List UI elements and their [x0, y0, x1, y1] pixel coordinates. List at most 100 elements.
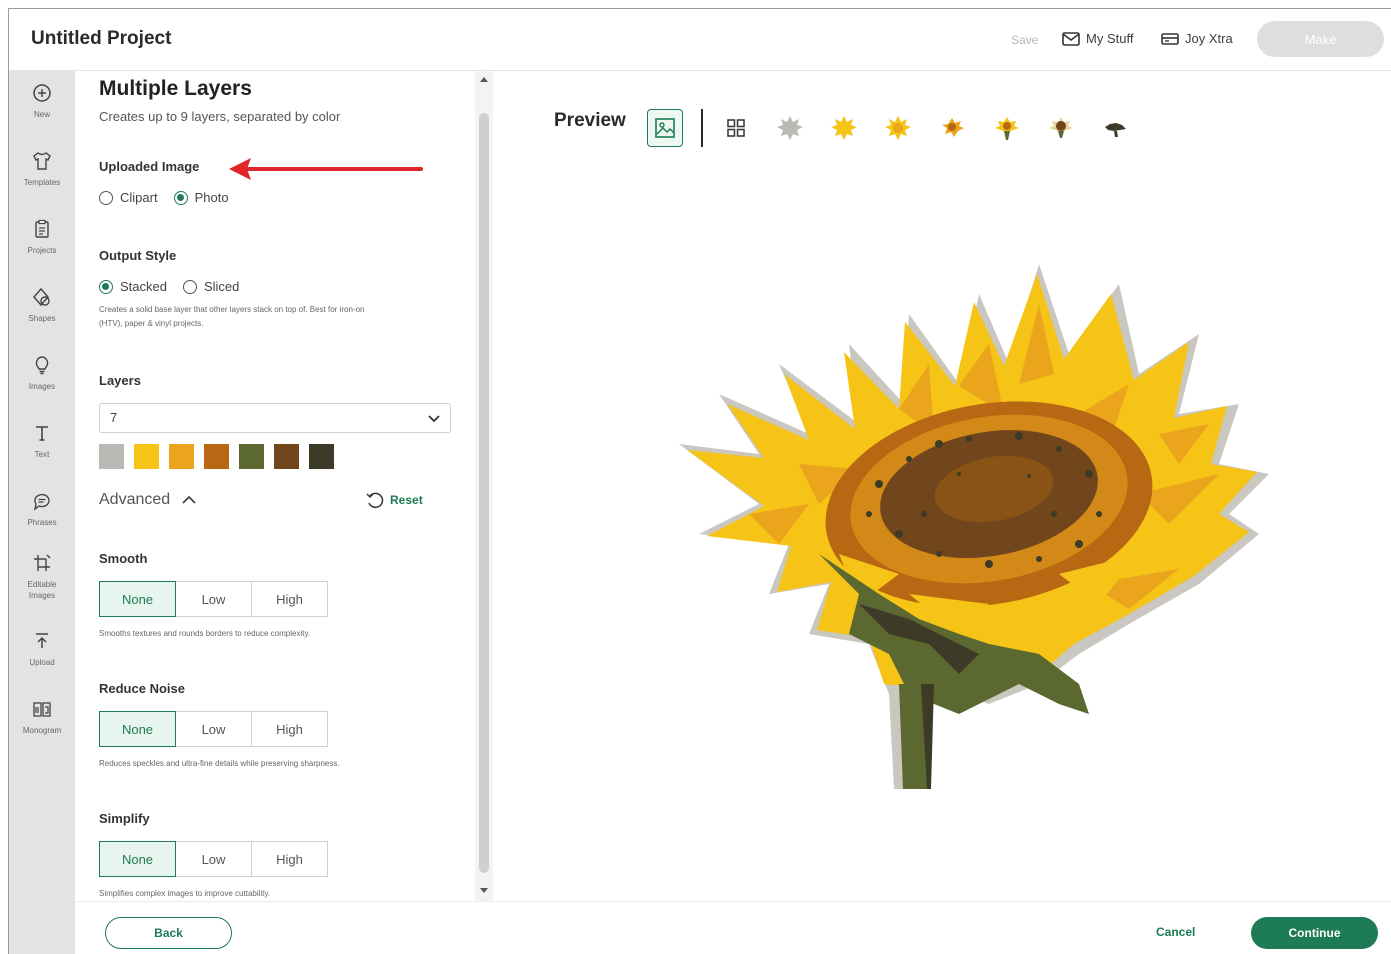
reduce-noise-segmented-control: None Low High [99, 711, 328, 747]
reduce-noise-none-button[interactable]: None [99, 711, 176, 747]
chevron-down-icon [428, 415, 440, 423]
layer-1-thumbnail[interactable] [772, 109, 808, 147]
sidebar-item-editable-images[interactable]: Editable Images [9, 553, 75, 601]
photo-radio[interactable] [173, 190, 188, 205]
sidebar-item-projects[interactable]: Projects [9, 219, 75, 256]
grid-view-button[interactable] [718, 109, 754, 147]
card-icon [1161, 32, 1179, 45]
flower-thumbnail-icon [942, 118, 964, 137]
sidebar-item-label: Images [28, 382, 56, 391]
continue-button[interactable]: Continue [1251, 917, 1378, 949]
layer-swatch[interactable] [239, 444, 264, 469]
shapes-icon [33, 287, 50, 307]
flower-thumbnail-icon [777, 116, 803, 140]
sidebar-item-upload[interactable]: Upload [9, 631, 75, 668]
red-arrow-annotation [229, 158, 423, 180]
sidebar-item-monogram[interactable]: Monogram [9, 699, 75, 736]
sidebar-item-new[interactable]: New [9, 83, 75, 120]
cancel-button[interactable]: Cancel [1156, 925, 1195, 939]
layer-5-thumbnail[interactable] [989, 109, 1025, 147]
scroll-down-arrow[interactable] [480, 888, 488, 893]
back-button[interactable]: Back [105, 917, 232, 949]
smooth-none-button[interactable]: None [99, 581, 176, 617]
clipart-radio[interactable] [99, 190, 113, 205]
output-style-label: Output Style [99, 248, 177, 263]
plus-circle-icon [33, 84, 51, 102]
project-title: Untitled Project [31, 28, 172, 49]
layer-swatch[interactable] [169, 444, 194, 469]
envelope-icon [1062, 31, 1080, 46]
uploaded-image-label: Uploaded Image [99, 159, 200, 174]
stacked-label: Stacked [120, 279, 167, 294]
layer-3-thumbnail[interactable] [880, 109, 916, 147]
text-icon [36, 426, 48, 441]
simplify-label: Simplify [99, 811, 150, 826]
my-stuff-link[interactable]: My Stuff [1062, 31, 1133, 46]
reduce-noise-high-button[interactable]: High [251, 711, 328, 747]
output-style-help: Creates a solid base layer that other la… [99, 303, 444, 331]
panel-title: Multiple Layers [99, 77, 252, 100]
make-button[interactable]: Make [1257, 21, 1384, 57]
flower-thumbnail-icon [1049, 117, 1073, 138]
smooth-high-button[interactable]: High [251, 581, 328, 617]
output-style-help-line: (HTV), paper & vinyl projects. [99, 319, 204, 328]
layers-select[interactable]: 7 [99, 403, 451, 433]
sidebar-item-images[interactable]: Images [9, 355, 75, 392]
layer-swatch[interactable] [274, 444, 299, 469]
joy-xtra-link[interactable]: Joy Xtra [1161, 31, 1233, 46]
clipart-label: Clipart [120, 190, 158, 205]
uploaded-image-radio-group: Clipart Photo [99, 190, 237, 205]
photo-option[interactable]: Photo [173, 190, 229, 205]
shirt-icon [33, 152, 51, 170]
simplify-none-button[interactable]: None [99, 841, 176, 877]
smooth-segmented-control: None Low High [99, 581, 328, 617]
smooth-low-button[interactable]: Low [175, 581, 252, 617]
layer-6-thumbnail[interactable] [1043, 109, 1079, 147]
sidebar-item-label: New [33, 110, 50, 119]
sidebar-item-label: Shapes [28, 314, 56, 323]
sliced-radio[interactable] [182, 279, 197, 294]
stacked-radio[interactable] [99, 279, 113, 294]
simplify-low-button[interactable]: Low [175, 841, 252, 877]
sidebar-item-label: Templates [23, 178, 61, 187]
speech-bubble-icon [33, 493, 50, 511]
layers-label: Layers [99, 373, 141, 388]
sidebar-item-label: Monogram [22, 726, 62, 735]
layer-swatch[interactable] [99, 444, 124, 469]
panel-subtitle: Creates up to 9 layers, separated by col… [99, 109, 341, 124]
sidebar-item-templates[interactable]: Templates [9, 151, 75, 188]
reset-label: Reset [390, 493, 423, 507]
clipboard-icon [35, 219, 49, 238]
sliced-option[interactable]: Sliced [182, 279, 239, 294]
clipart-option[interactable]: Clipart [99, 190, 158, 205]
layer-swatch[interactable] [134, 444, 159, 469]
layers-select-value: 7 [110, 410, 118, 425]
image-view-button[interactable] [647, 109, 683, 147]
reduce-noise-low-button[interactable]: Low [175, 711, 252, 747]
save-button[interactable]: Save [1011, 33, 1038, 47]
left-sidebar: New Templates Projects Shapes Images Tex… [9, 71, 75, 954]
layer-2-thumbnail[interactable] [826, 109, 862, 147]
scroll-thumb[interactable] [479, 113, 489, 873]
upload-icon [36, 633, 48, 648]
sidebar-item-label: Projects [27, 246, 57, 255]
simplify-high-button[interactable]: High [251, 841, 328, 877]
stacked-option[interactable]: Stacked [99, 279, 167, 294]
editable-images-icon [34, 554, 51, 571]
advanced-toggle[interactable]: Advanced [99, 491, 196, 509]
layer-4-thumbnail[interactable] [934, 109, 970, 147]
flower-thumbnail-icon [831, 116, 857, 140]
layer-swatch[interactable] [204, 444, 229, 469]
scroll-up-arrow[interactable] [480, 77, 488, 82]
app-window: Untitled Project Save My Stuff Joy Xtra … [8, 8, 1391, 954]
sidebar-item-text[interactable]: Text [9, 423, 75, 460]
simplify-help: Simplifies complex images to improve cut… [99, 889, 271, 898]
sidebar-item-shapes[interactable]: Shapes [9, 287, 75, 324]
sidebar-item-phrases[interactable]: Phrases [9, 491, 75, 528]
reset-button[interactable]: Reset [365, 491, 423, 509]
panel-scrollbar[interactable] [475, 71, 493, 901]
output-style-help-line: Creates a solid base layer that other la… [99, 305, 365, 314]
layer-7-thumbnail[interactable] [1097, 109, 1133, 147]
photo-label: Photo [194, 190, 229, 205]
layer-swatch[interactable] [309, 444, 334, 469]
